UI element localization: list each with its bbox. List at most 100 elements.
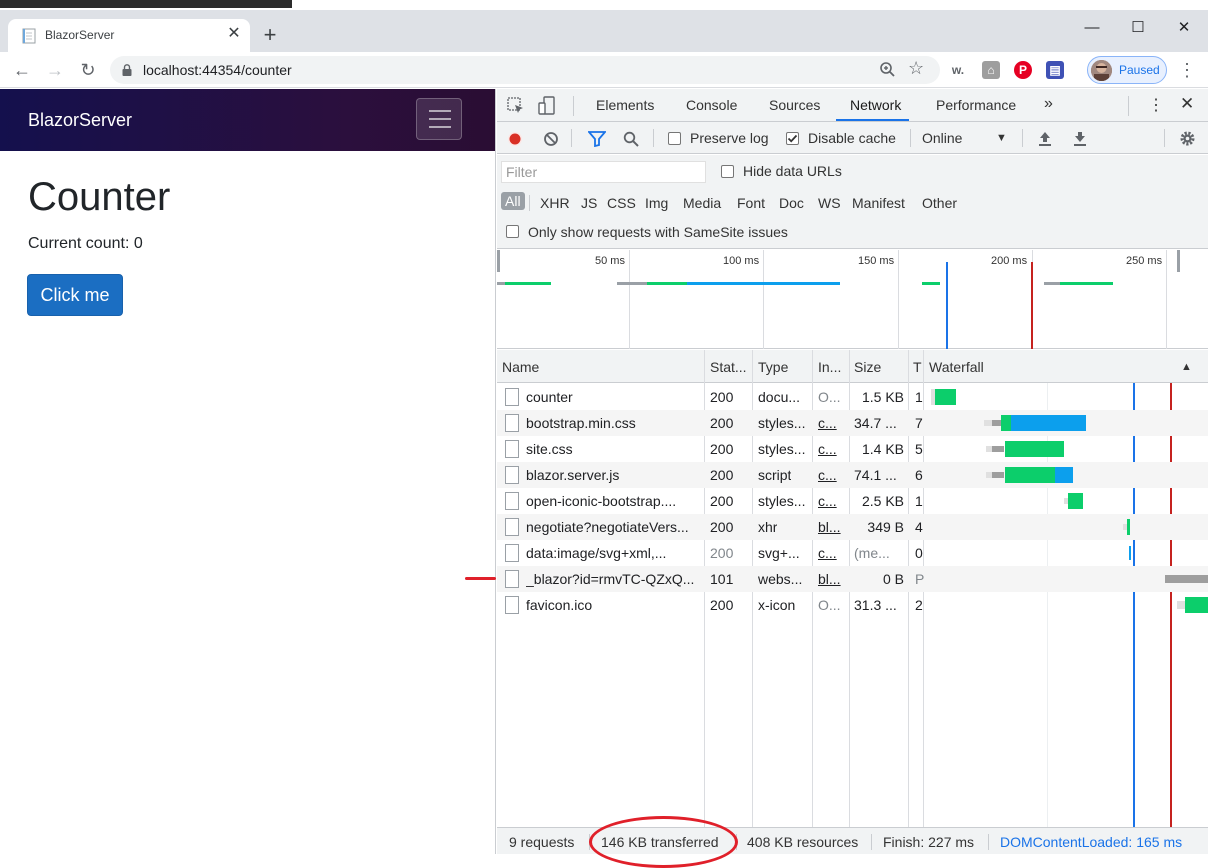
filter-type-xhr[interactable]: XHR	[540, 195, 570, 211]
request-initiator[interactable]: c...	[818, 467, 837, 483]
table-row[interactable]: favicon.ico 200 x-icon O... 31.3 ... 2	[497, 592, 1208, 618]
maximize-button[interactable]: ☐	[1115, 14, 1161, 42]
request-status: 200	[710, 493, 734, 509]
table-row[interactable]: data:image/svg+xml,... 200 svg+... c... …	[497, 540, 1208, 566]
browser-menu-icon[interactable]: ⋮	[1178, 58, 1196, 82]
overview-tick-label: 100 ms	[723, 255, 760, 267]
new-tab-button[interactable]: +	[258, 24, 282, 48]
search-icon[interactable]	[623, 131, 639, 147]
preserve-log-checkbox[interactable]	[668, 132, 681, 145]
browser-tab[interactable]: BlazorServer ✕	[8, 19, 250, 52]
filter-type-media[interactable]: Media	[683, 195, 721, 211]
tab-close-icon[interactable]: ✕	[224, 24, 244, 44]
devtools-close-icon[interactable]: ✕	[1180, 94, 1194, 114]
request-status: 200	[710, 389, 734, 405]
filter-type-doc[interactable]: Doc	[779, 195, 804, 211]
back-arrow-icon[interactable]: ←	[10, 58, 34, 82]
filter-icon[interactable]	[588, 131, 606, 147]
more-tabs-icon[interactable]: »	[1044, 95, 1053, 113]
throttling-select[interactable]: Online	[922, 130, 962, 146]
request-time: 1	[915, 389, 923, 405]
request-initiator[interactable]: c...	[818, 493, 837, 509]
navbar-toggler-button[interactable]	[416, 98, 462, 140]
filter-type-manifest[interactable]: Manifest	[852, 195, 905, 211]
devtools-menu-icon[interactable]: ⋮	[1148, 95, 1164, 115]
profile-button[interactable]: Paused	[1087, 56, 1167, 84]
filter-type-all[interactable]: All	[501, 192, 525, 210]
request-type: styles...	[758, 441, 806, 457]
table-row[interactable]: site.css 200 styles... c... 1.4 KB 5	[497, 436, 1208, 462]
filter-type-font[interactable]: Font	[737, 195, 765, 211]
column-header-initiator[interactable]: In...	[818, 359, 841, 375]
preserve-log-label: Preserve log	[690, 130, 769, 146]
table-row[interactable]: negotiate?negotiateVers... 200 xhr bl...…	[497, 514, 1208, 540]
column-header-size[interactable]: Size	[854, 359, 881, 375]
devtools-panel: Elements Console Sources Network Perform…	[497, 89, 1208, 854]
clear-icon[interactable]	[543, 131, 559, 147]
forward-arrow-icon[interactable]: →	[43, 58, 67, 82]
pinterest-icon[interactable]: P	[1014, 61, 1032, 79]
tab-network[interactable]: Network	[850, 97, 901, 113]
tab-performance[interactable]: Performance	[936, 97, 1016, 113]
filter-type-img[interactable]: Img	[645, 195, 668, 211]
chevron-down-icon[interactable]: ▼	[996, 132, 1007, 144]
app-brand[interactable]: BlazorServer	[28, 110, 132, 131]
filter-type-js[interactable]: JS	[581, 195, 597, 211]
request-time: 2	[915, 597, 923, 613]
import-har-icon[interactable]	[1037, 130, 1053, 147]
tab-elements[interactable]: Elements	[596, 97, 654, 113]
bookmark-star-icon[interactable]: ☆	[908, 58, 924, 79]
address-bar[interactable]: localhost:44354/counter ☆	[110, 56, 940, 84]
inspect-element-icon[interactable]	[507, 97, 525, 115]
request-initiator[interactable]: bl...	[818, 519, 841, 535]
table-row[interactable]: counter 200 docu... O... 1.5 KB 1	[497, 384, 1208, 410]
export-har-icon[interactable]	[1072, 130, 1088, 147]
save-icon[interactable]: ▤	[1046, 61, 1064, 79]
column-header-time[interactable]: T	[913, 359, 922, 375]
table-row[interactable]: blazor.server.js 200 script c... 74.1 ..…	[497, 462, 1208, 488]
filter-type-css[interactable]: CSS	[607, 195, 636, 211]
disable-cache-checkbox[interactable]	[786, 132, 799, 145]
minimize-button[interactable]: —	[1069, 14, 1115, 42]
zoom-icon[interactable]	[878, 60, 898, 80]
settings-gear-icon[interactable]	[1179, 130, 1196, 147]
network-overview[interactable]: 50 ms 100 ms 150 ms 200 ms 250 ms	[497, 250, 1208, 349]
column-header-waterfall[interactable]: Waterfall	[929, 359, 984, 375]
table-row[interactable]: bootstrap.min.css 200 styles... c... 34.…	[497, 410, 1208, 436]
network-toolbar: Preserve log Disable cache Online ▼	[497, 122, 1208, 154]
filter-input[interactable]: Filter	[501, 161, 706, 183]
wikipedia-extension-icon[interactable]: w.	[949, 61, 967, 79]
url-text: localhost:44354/counter	[143, 62, 292, 78]
samesite-checkbox[interactable]	[506, 225, 519, 238]
sort-ascending-icon[interactable]: ▲	[1181, 361, 1192, 373]
filter-type-other[interactable]: Other	[922, 195, 957, 211]
icon-file-icon	[505, 596, 519, 614]
table-row[interactable]: open-iconic-bootstrap.... 200 styles... …	[497, 488, 1208, 514]
request-name: _blazor?id=rmvTC-QZxQ...	[526, 571, 695, 587]
request-name: open-iconic-bootstrap....	[526, 493, 677, 509]
page-viewport: BlazorServer Counter Current count: 0 Cl…	[0, 89, 496, 854]
extension-icon[interactable]: ⌂	[982, 61, 1000, 79]
request-time: P	[915, 571, 925, 587]
tab-sources[interactable]: Sources	[769, 97, 820, 113]
request-initiator: O...	[818, 389, 841, 405]
request-initiator[interactable]: bl...	[818, 571, 841, 587]
request-initiator[interactable]: c...	[818, 441, 837, 457]
click-me-button[interactable]: Click me	[27, 274, 123, 316]
request-initiator[interactable]: c...	[818, 415, 837, 431]
record-icon[interactable]	[507, 131, 523, 147]
request-size: 34.7 ...	[854, 415, 897, 431]
tab-console[interactable]: Console	[686, 97, 737, 113]
stylesheet-icon	[505, 414, 519, 432]
column-header-status[interactable]: Stat...	[710, 359, 747, 375]
column-header-name[interactable]: Name	[502, 359, 539, 375]
browser-title-bar: BlazorServer ✕ + — ☐ ✕	[0, 10, 1208, 52]
device-toolbar-icon[interactable]	[537, 96, 557, 116]
request-initiator[interactable]: c...	[818, 545, 837, 561]
hide-data-urls-checkbox[interactable]	[721, 165, 734, 178]
reload-icon[interactable]: ↻	[76, 58, 100, 82]
table-row[interactable]: _blazor?id=rmvTC-QZxQ... 101 webs... bl.…	[497, 566, 1208, 592]
close-window-button[interactable]: ✕	[1161, 14, 1207, 42]
filter-type-ws[interactable]: WS	[818, 195, 841, 211]
column-header-type[interactable]: Type	[758, 359, 788, 375]
